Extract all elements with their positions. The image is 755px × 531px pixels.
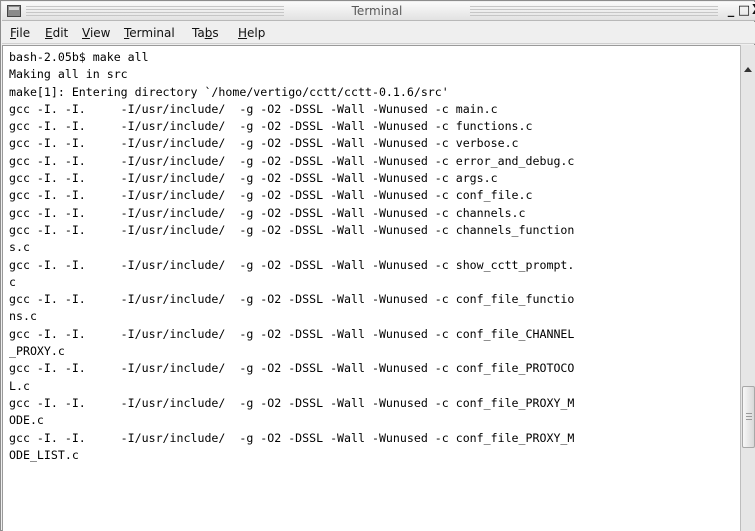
terminal-line: c <box>9 274 16 289</box>
terminal-line: gcc -I. -I. -I/usr/include/ -g -O2 -DSSL… <box>9 257 575 272</box>
scroll-up-arrow-icon[interactable] <box>744 67 752 72</box>
menu-tabs-label: s <box>212 26 219 40</box>
menu-view-label: iew <box>89 26 111 40</box>
menu-bar: File Edit View Terminal Tabs Help <box>2 22 755 44</box>
terminal-line: gcc -I. -I. -I/usr/include/ -g -O2 -DSSL… <box>9 188 533 203</box>
terminal-line: s.c <box>9 240 30 255</box>
terminal-output-area[interactable]: bash-2.05b$ make all Making all in src mak… <box>2 45 740 531</box>
terminal-line: gcc -I. -I. -I/usr/include/ -g -O2 -DSSL… <box>9 171 498 186</box>
title-bar-stripes-left <box>26 6 284 17</box>
scrollbar-thumb[interactable] <box>742 386 755 448</box>
menu-terminal[interactable]: Terminal <box>124 26 175 40</box>
terminal-line: _PROXY.c <box>9 344 65 359</box>
terminal-line: bash-2.05b$ make all <box>9 50 149 64</box>
terminal-line: gcc -I. -I. -I/usr/include/ -g -O2 -DSSL… <box>9 153 575 168</box>
minimize-button[interactable]: _ <box>724 3 738 19</box>
close-button[interactable]: X <box>750 3 755 19</box>
menu-view-mnemonic: V <box>82 26 90 40</box>
menu-terminal-label: erminal <box>129 26 175 40</box>
menu-file-label: ile <box>16 26 31 40</box>
terminal-line: make[1]: Entering directory `/home/verti… <box>9 84 449 99</box>
terminal-window: Terminal _ □ X File Edit View Terminal T… <box>0 0 755 531</box>
terminal-line: gcc -I. -I. -I/usr/include/ -g -O2 -DSSL… <box>9 430 575 445</box>
terminal-line: L.c <box>9 378 30 393</box>
terminal-line: gcc -I. -I. -I/usr/include/ -g -O2 -DSSL… <box>9 326 575 341</box>
menu-file[interactable]: File <box>10 26 30 40</box>
terminal-line: gcc -I. -I. -I/usr/include/ -g -O2 -DSSL… <box>9 119 533 134</box>
terminal-text: bash-2.05b$ make all Making all in src mak… <box>9 49 574 464</box>
menu-help-label: elp <box>247 26 266 40</box>
menu-edit-label: dit <box>52 26 69 40</box>
terminal-line: gcc -I. -I. -I/usr/include/ -g -O2 -DSSL… <box>9 292 575 307</box>
terminal-line: gcc -I. -I. -I/usr/include/ -g -O2 -DSSL… <box>9 222 575 237</box>
menu-edit-mnemonic: E <box>45 26 53 40</box>
title-bar[interactable]: Terminal _ □ X <box>2 2 755 21</box>
menu-tabs[interactable]: Tabs <box>192 26 219 40</box>
terminal-line: Making all in src <box>9 67 128 82</box>
menu-edit[interactable]: Edit <box>45 26 68 40</box>
menu-view[interactable]: View <box>82 26 110 40</box>
menu-tabs-prefix: Ta <box>192 26 205 40</box>
terminal-line: gcc -I. -I. -I/usr/include/ -g -O2 -DSSL… <box>9 205 526 220</box>
window-menu-icon[interactable] <box>7 5 21 17</box>
terminal-line: gcc -I. -I. -I/usr/include/ -g -O2 -DSSL… <box>9 101 498 116</box>
terminal-line: gcc -I. -I. -I/usr/include/ -g -O2 -DSSL… <box>9 361 575 376</box>
maximize-button[interactable]: □ <box>737 3 751 19</box>
window-title: Terminal <box>351 4 403 18</box>
vertical-scrollbar[interactable] <box>740 45 755 531</box>
terminal-line: ODE_LIST.c <box>9 447 79 462</box>
terminal-line: ODE.c <box>9 413 44 428</box>
terminal-line: gcc -I. -I. -I/usr/include/ -g -O2 -DSSL… <box>9 395 575 410</box>
terminal-line: ns.c <box>9 309 37 324</box>
menu-help-mnemonic: H <box>238 26 248 40</box>
menu-help[interactable]: Help <box>238 26 265 40</box>
title-bar-stripes-right <box>470 6 718 17</box>
terminal-line: gcc -I. -I. -I/usr/include/ -g -O2 -DSSL… <box>9 136 519 151</box>
